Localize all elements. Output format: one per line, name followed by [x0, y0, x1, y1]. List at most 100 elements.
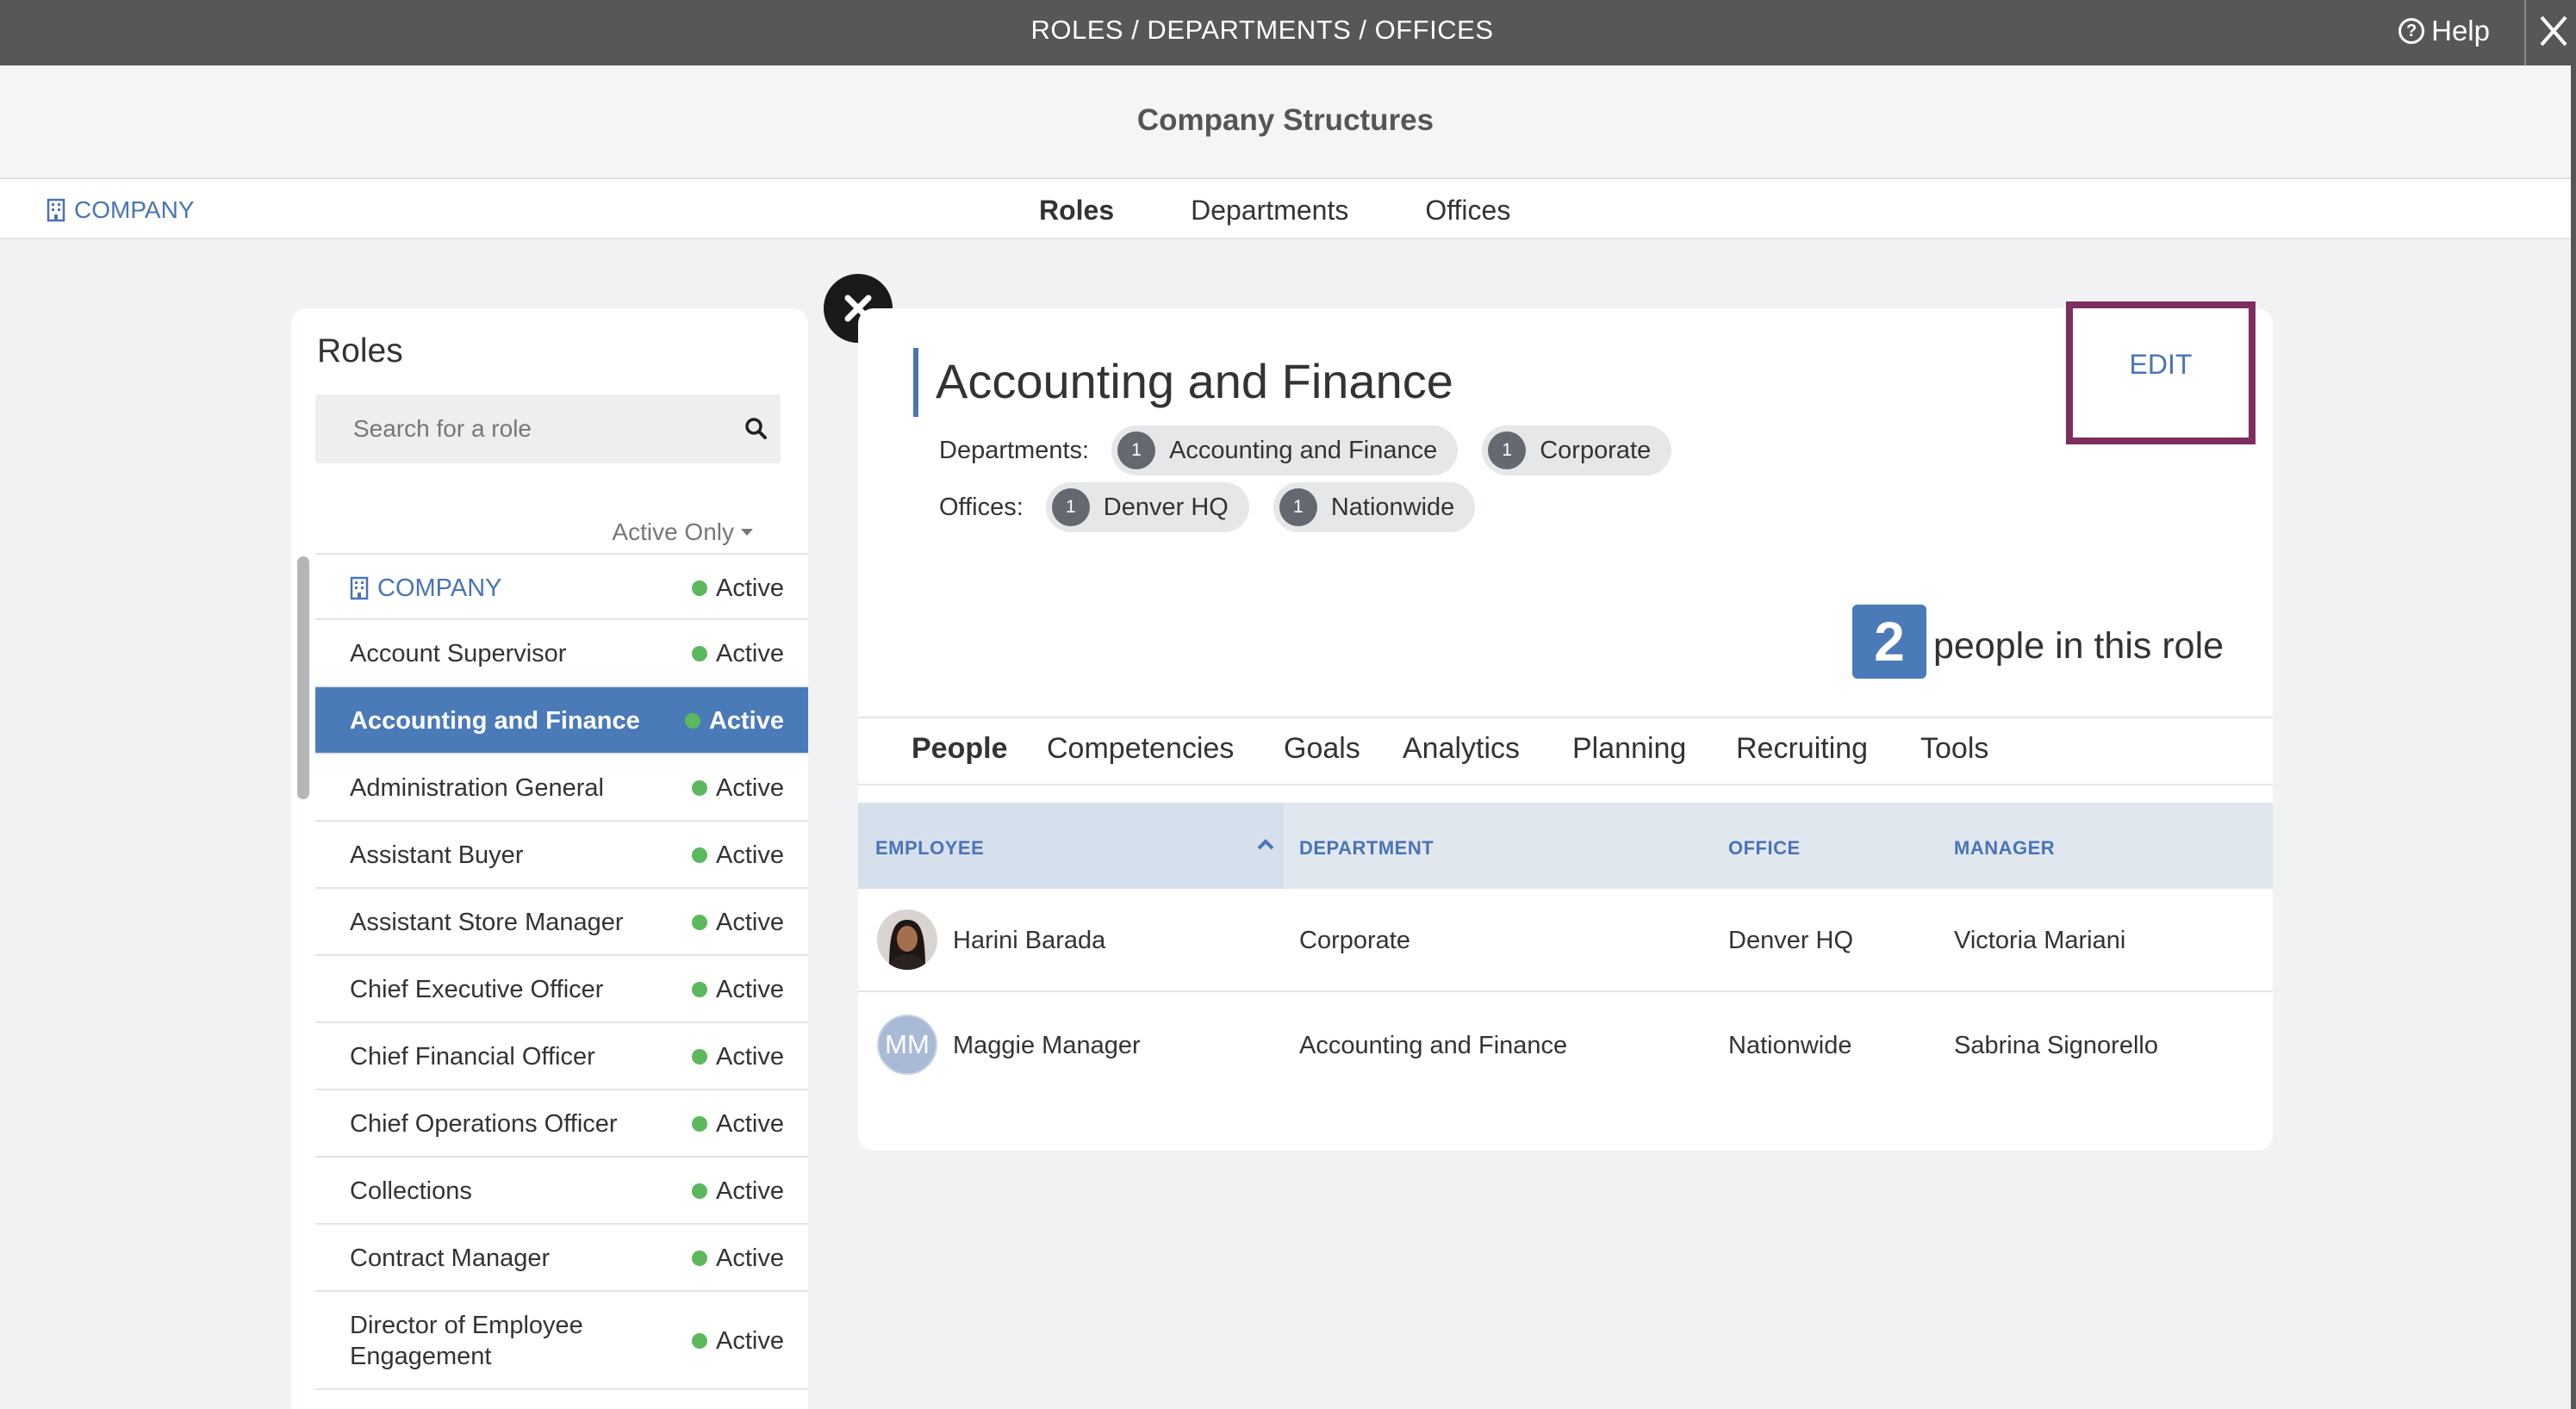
- role-status: Active: [692, 956, 784, 1023]
- people-count-number: 2: [1852, 605, 1926, 679]
- role-name: Collections: [350, 1177, 472, 1205]
- company-link[interactable]: COMPANY: [47, 196, 195, 224]
- tab-people[interactable]: People: [912, 732, 1007, 766]
- role-item[interactable]: Director of Employee Engagement Active: [315, 1292, 808, 1390]
- status-dot-icon: [692, 915, 708, 930]
- departments-row: Departments: 1 Accounting and Finance 1 …: [939, 425, 1696, 475]
- company-link-label: COMPANY: [74, 196, 195, 223]
- role-status: Active: [692, 754, 784, 822]
- department-chip[interactable]: 1 Corporate: [1482, 425, 1672, 475]
- role-item[interactable]: Assistant Buyer Active: [315, 822, 808, 889]
- employee-name[interactable]: Maggie Manager: [953, 1032, 1141, 1060]
- employee-header[interactable]: EMPLOYEE: [875, 837, 984, 860]
- office-chip[interactable]: 1 Denver HQ: [1045, 482, 1249, 532]
- role-status: Active: [692, 1090, 784, 1158]
- tab-roles[interactable]: Roles: [1039, 195, 1114, 227]
- role-search-input[interactable]: [315, 394, 729, 463]
- status-dot-icon: [692, 982, 708, 997]
- status-dot-icon: [692, 847, 708, 863]
- role-item[interactable]: Collections Active: [315, 1158, 808, 1225]
- help-button[interactable]: ? Help: [2399, 12, 2490, 50]
- role-item-selected[interactable]: Accounting and Finance Active: [315, 687, 808, 754]
- chevron-up-icon[interactable]: [1256, 837, 1275, 851]
- role-item-company[interactable]: COMPANY Active: [315, 553, 808, 620]
- role-status-text: Active: [716, 1109, 784, 1138]
- role-name: Assistant Buyer: [350, 841, 524, 869]
- tab-competencies[interactable]: Competencies: [1047, 732, 1234, 766]
- department-header[interactable]: DEPARTMENT: [1299, 837, 1434, 860]
- structure-tabs: Roles Departments Offices: [1039, 195, 1587, 227]
- role-status-text: Active: [716, 1326, 784, 1355]
- office-cell: Nationwide: [1728, 1032, 1852, 1059]
- role-name: Contract Manager: [350, 1245, 551, 1272]
- table-row[interactable]: MM Maggie Manager Accounting and Finance…: [858, 994, 2273, 1097]
- edit-button[interactable]: EDIT: [2066, 301, 2256, 444]
- close-window-button[interactable]: [2524, 0, 2576, 65]
- role-status: Active: [692, 1225, 784, 1292]
- role-item[interactable]: Chief Executive Officer Active: [315, 956, 808, 1023]
- detail-tabs: People Competencies Goals Analytics Plan…: [858, 717, 2273, 785]
- tab-recruiting[interactable]: Recruiting: [1736, 732, 1868, 766]
- role-name: Director of Employee Engagement: [350, 1312, 583, 1370]
- chip-label: Accounting and Finance: [1169, 436, 1438, 464]
- building-icon: [350, 576, 369, 600]
- role-item[interactable]: Contract Manager Active: [315, 1225, 808, 1292]
- close-icon: [2540, 16, 2567, 47]
- status-filter-label: Active Only: [612, 518, 734, 545]
- role-list: COMPANY Active Account Supervisor Active…: [315, 553, 808, 1390]
- department-cell: Accounting and Finance: [1299, 1032, 1568, 1059]
- employee-name[interactable]: Harini Barada: [953, 927, 1105, 955]
- role-name: Account Supervisor: [350, 640, 567, 667]
- help-label: Help: [2431, 15, 2490, 47]
- office-chip[interactable]: 1 Nationwide: [1272, 482, 1476, 532]
- role-status: Active: [684, 687, 784, 754]
- department-chip[interactable]: 1 Accounting and Finance: [1111, 425, 1459, 475]
- role-status-text: Active: [716, 908, 784, 936]
- role-item[interactable]: Administration General Active: [315, 754, 808, 822]
- role-title: Accounting and Finance: [936, 354, 1453, 408]
- people-table-header: EMPLOYEE DEPARTMENT OFFICE MANAGER: [858, 803, 2273, 889]
- manager-cell: Sabrina Signorello: [1954, 1032, 2158, 1059]
- role-status-text: Active: [716, 1042, 784, 1071]
- chip-count: 1: [1117, 431, 1156, 469]
- table-row[interactable]: Harini Barada Corporate Denver HQ Victor…: [858, 889, 2273, 992]
- role-item[interactable]: Assistant Store Manager Active: [315, 889, 808, 956]
- role-status-text: Active: [708, 706, 784, 735]
- role-item[interactable]: Chief Operations Officer Active: [315, 1090, 808, 1158]
- page-title: Company Structures: [1136, 103, 1434, 137]
- role-status: Active: [692, 822, 784, 889]
- page-header: Company Structures: [0, 65, 2571, 179]
- role-status: Active: [692, 1292, 784, 1390]
- tab-goals[interactable]: Goals: [1284, 732, 1360, 766]
- top-bar: ROLES / DEPARTMENTS / OFFICES ? Help: [0, 0, 2524, 65]
- tab-departments[interactable]: Departments: [1191, 195, 1348, 227]
- role-name-text: COMPANY: [377, 574, 502, 602]
- title-accent-bar: [913, 348, 918, 417]
- role-item[interactable]: Chief Financial Officer Active: [315, 1023, 808, 1090]
- tab-analytics[interactable]: Analytics: [1403, 732, 1520, 766]
- status-filter-dropdown[interactable]: Active Only: [612, 518, 753, 546]
- status-dot-icon: [692, 1333, 708, 1349]
- role-status-text: Active: [716, 1244, 784, 1272]
- tab-offices[interactable]: Offices: [1425, 195, 1510, 227]
- status-dot-icon: [692, 780, 708, 796]
- roles-scrollbar[interactable]: [297, 556, 309, 799]
- status-dot-icon: [692, 1251, 708, 1266]
- office-header[interactable]: OFFICE: [1728, 837, 1801, 860]
- role-item[interactable]: Account Supervisor Active: [315, 620, 808, 687]
- departments-label: Departments:: [939, 436, 1090, 464]
- tab-tools[interactable]: Tools: [1920, 732, 1988, 766]
- tab-planning[interactable]: Planning: [1572, 732, 1686, 766]
- role-status-text: Active: [716, 773, 784, 802]
- chip-count: 1: [1279, 488, 1317, 526]
- role-status: Active: [692, 889, 784, 956]
- role-name: Chief Financial Officer: [350, 1043, 595, 1071]
- role-status: Active: [692, 620, 784, 687]
- manager-header[interactable]: MANAGER: [1954, 837, 2055, 860]
- role-name: Chief Executive Officer: [350, 976, 604, 1003]
- people-count-label: people in this role: [1933, 624, 2224, 667]
- role-status-text: Active: [716, 1176, 784, 1205]
- status-dot-icon: [692, 1049, 708, 1065]
- search-icon[interactable]: [743, 415, 770, 443]
- role-name: Administration General: [350, 774, 604, 802]
